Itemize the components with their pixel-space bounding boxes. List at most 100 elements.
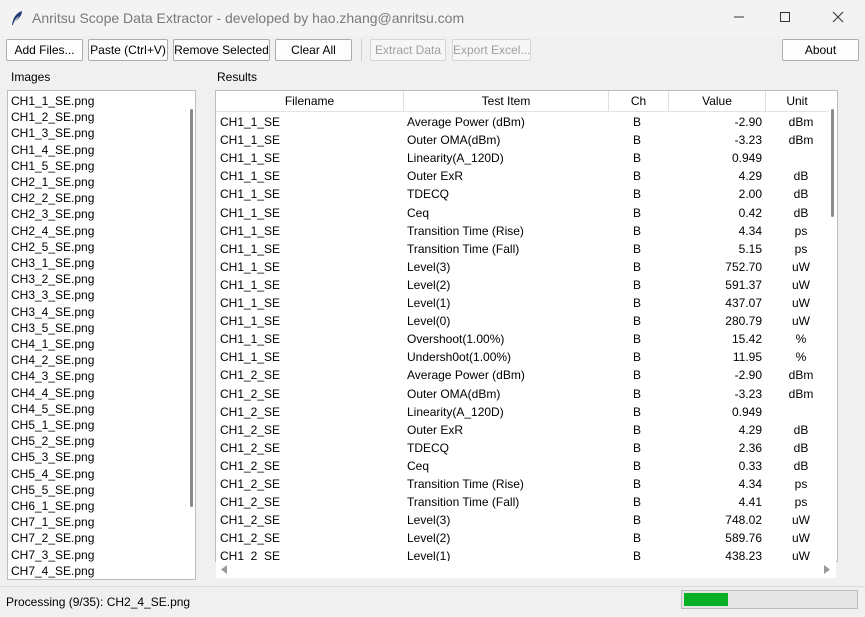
cell-ch: B (632, 277, 641, 292)
table-row[interactable]: CH1_1_SE Level(3) B 752.70 uW (216, 258, 828, 276)
table-row[interactable]: CH1_1_SE Level(0) B 280.79 uW (216, 312, 828, 330)
cell-unit: uW (792, 277, 810, 292)
image-list-item[interactable]: CH2_1_SE.png (11, 174, 94, 190)
image-list-item[interactable]: CH6_1_SE.png (11, 498, 94, 514)
cell-filename: CH1_2_SE (220, 440, 281, 455)
image-list-item[interactable]: CH7_4_SE.png (11, 563, 94, 579)
cell-filename: CH1_1_SE (220, 332, 281, 347)
image-list-item[interactable]: CH3_1_SE.png (11, 255, 94, 271)
cell-value: 0.949 (731, 151, 762, 166)
image-list-item[interactable]: CH7_5_SE.png (11, 579, 94, 580)
table-row[interactable]: CH1_1_SE Ceq B 0.42 dB (216, 204, 828, 222)
table-row[interactable]: CH1_2_SE TDECQ B 2.36 dB (216, 439, 828, 457)
image-list-item[interactable]: CH4_3_SE.png (11, 368, 94, 384)
table-row[interactable]: CH1_1_SE Transition Time (Fall) B 5.15 ps (216, 240, 828, 258)
column-header-value[interactable]: Value (669, 91, 766, 111)
results-table[interactable]: Filename Test Item Ch Value Unit CH1_1_S… (215, 90, 838, 562)
table-row[interactable]: CH1_2_SE Transition Time (Fall) B 4.41 ps (216, 493, 828, 511)
table-row[interactable]: CH1_1_SE Level(1) B 437.07 uW (216, 294, 828, 312)
image-list-item[interactable]: CH5_3_SE.png (11, 449, 94, 465)
table-row[interactable]: CH1_2_SE Outer OMA(dBm) B -3.23 dBm (216, 385, 828, 403)
cell-test-item: Level(3) (407, 513, 451, 528)
image-list-item[interactable]: CH1_4_SE.png (11, 142, 94, 158)
images-scrollbar-thumb[interactable] (190, 109, 193, 507)
image-list-item[interactable]: CH4_2_SE.png (11, 352, 94, 368)
cell-filename: CH1_2_SE (220, 549, 281, 562)
scroll-left-icon[interactable] (220, 565, 228, 574)
table-row[interactable]: CH1_2_SE Level(1) B 438.23 uW (216, 547, 828, 562)
table-row[interactable]: CH1_2_SE Linearity(A_120D) B 0.949 (216, 403, 828, 421)
table-row[interactable]: CH1_2_SE Level(3) B 748.02 uW (216, 511, 828, 529)
cell-value: 0.42 (738, 205, 762, 220)
cell-ch: B (632, 495, 641, 510)
table-row[interactable]: CH1_1_SE Undersh0ot(1.00%) B 11.95% (216, 348, 828, 366)
cell-unit: dB (793, 187, 809, 202)
cell-unit: dB (793, 422, 809, 437)
table-row[interactable]: CH1_1_SE Transition Time (Rise) B 4.34 ps (216, 222, 828, 240)
table-row[interactable]: CH1_2_SE Ceq B 0.33 dB (216, 457, 828, 475)
cell-ch: B (632, 241, 641, 256)
image-list-item[interactable]: CH5_2_SE.png (11, 433, 94, 449)
column-header-filename[interactable]: Filename (216, 91, 404, 111)
table-row[interactable]: CH1_1_SE TDECQ B 2.00 dB (216, 185, 828, 203)
cell-value: 2.00 (738, 187, 762, 202)
scroll-right-icon[interactable] (823, 565, 831, 574)
image-list-item[interactable]: CH3_5_SE.png (11, 320, 94, 336)
cell-value: 4.29 (738, 169, 762, 184)
remove-selected-button[interactable]: Remove Selected (173, 39, 270, 61)
table-row[interactable]: CH1_2_SE Level(2) B 589.76 uW (216, 529, 828, 547)
add-files-button[interactable]: Add Files... (6, 39, 83, 61)
maximize-button[interactable] (762, 0, 808, 34)
table-row[interactable]: CH1_1_SE Level(2) B 591.37 uW (216, 276, 828, 294)
image-list-item[interactable]: CH7_2_SE.png (11, 530, 94, 546)
maximize-icon (780, 12, 790, 22)
images-listbox[interactable]: CH1_1_SE.png CH1_2_SE.png CH1_3_SE.png CH1_… (7, 90, 196, 580)
extract-data-button[interactable]: Extract Data (370, 39, 446, 61)
image-list-item[interactable]: CH2_2_SE.png (11, 190, 94, 206)
image-list-item[interactable]: CH1_2_SE.png (11, 109, 94, 125)
about-button[interactable]: About (782, 39, 859, 61)
cell-value: 4.29 (738, 422, 762, 437)
cell-filename: CH1_1_SE (220, 133, 281, 148)
export-excel-button[interactable]: Export Excel... (452, 39, 531, 61)
column-header-test-item[interactable]: Test Item (404, 91, 609, 111)
image-list-item[interactable]: CH7_1_SE.png (11, 514, 94, 530)
column-header-ch[interactable]: Ch (609, 91, 669, 111)
cell-test-item: Outer ExR (407, 169, 464, 184)
image-list-item[interactable]: CH3_3_SE.png (11, 287, 94, 303)
table-row[interactable]: CH1_1_SE Outer OMA(dBm) B -3.23 dBm (216, 131, 828, 149)
cell-value: 752.70 (725, 259, 762, 274)
image-list-item[interactable]: CH5_1_SE.png (11, 417, 94, 433)
image-list-item[interactable]: CH1_3_SE.png (11, 125, 94, 141)
table-row[interactable]: CH1_2_SE Average Power (dBm) B -2.90 dBm (216, 366, 828, 384)
image-list-item[interactable]: CH2_3_SE.png (11, 206, 94, 222)
table-row[interactable]: CH1_1_SE Linearity(A_120D) B 0.949 (216, 149, 828, 167)
image-list-item[interactable]: CH2_4_SE.png (11, 223, 94, 239)
minimize-button[interactable] (716, 0, 762, 34)
table-row[interactable]: CH1_2_SE Transition Time (Rise) B 4.34 ps (216, 475, 828, 493)
image-list-item[interactable]: CH5_5_SE.png (11, 482, 94, 498)
image-list-item[interactable]: CH3_2_SE.png (11, 271, 94, 287)
cell-value: -2.90 (734, 115, 762, 129)
image-list-item[interactable]: CH1_1_SE.png (11, 93, 94, 109)
table-row[interactable]: CH1_1_SE Outer ExR B 4.29 dB (216, 167, 828, 185)
cell-test-item: Transition Time (Fall) (407, 241, 520, 256)
clear-all-button[interactable]: Clear All (275, 39, 352, 61)
close-button[interactable] (815, 0, 861, 34)
image-list-item[interactable]: CH5_4_SE.png (11, 466, 94, 482)
image-list-item[interactable]: CH7_3_SE.png (11, 547, 94, 563)
column-header-unit[interactable]: Unit (766, 91, 828, 111)
results-scrollbar-thumb[interactable] (831, 109, 834, 217)
table-row[interactable]: CH1_1_SE Average Power (dBm) B -2.90 dBm (216, 113, 828, 131)
image-list-item[interactable]: CH2_5_SE.png (11, 239, 94, 255)
table-row[interactable]: CH1_1_SE Overshoot(1.00%) B 15.42% (216, 330, 828, 348)
results-horizontal-scrollbar[interactable] (216, 561, 836, 578)
image-list-item[interactable]: CH4_4_SE.png (11, 385, 94, 401)
paste-button[interactable]: Paste (Ctrl+V) (88, 39, 168, 61)
image-list-item[interactable]: CH4_5_SE.png (11, 401, 94, 417)
image-list-item[interactable]: CH4_1_SE.png (11, 336, 94, 352)
table-row[interactable]: CH1_2_SE Outer ExR B 4.29 dB (216, 421, 828, 439)
image-list-item[interactable]: CH3_4_SE.png (11, 304, 94, 320)
cell-value: 5.15 (738, 241, 762, 256)
image-list-item[interactable]: CH1_5_SE.png (11, 158, 94, 174)
